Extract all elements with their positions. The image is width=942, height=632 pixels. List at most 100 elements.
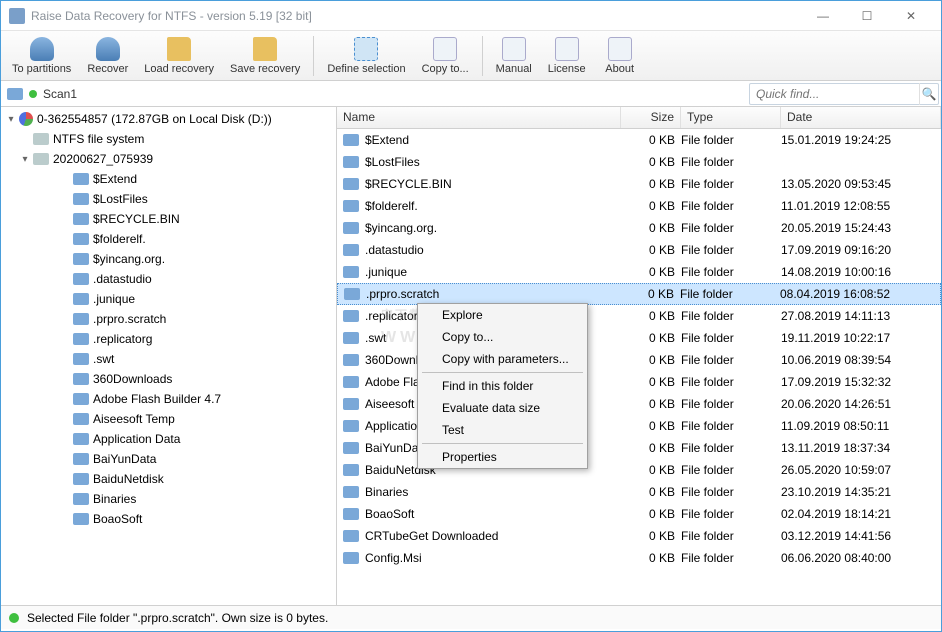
folder-icon xyxy=(73,413,89,425)
file-row[interactable]: $LostFiles0 KBFile folder xyxy=(337,151,941,173)
file-date: 11.01.2019 12:08:55 xyxy=(781,199,941,213)
tree-item[interactable]: BaiduNetdisk xyxy=(1,469,336,489)
menu-item[interactable]: Properties xyxy=(418,446,587,468)
about-icon xyxy=(608,37,632,61)
file-date: 14.08.2019 10:00:16 xyxy=(781,265,941,279)
menu-item[interactable]: Copy to... xyxy=(418,326,587,348)
tree-item[interactable]: 360Downloads xyxy=(1,369,336,389)
toolbar-label: License xyxy=(548,63,586,75)
folder-icon xyxy=(73,273,89,285)
file-row[interactable]: $folderelf.0 KBFile folder11.01.2019 12:… xyxy=(337,195,941,217)
column-name[interactable]: Name xyxy=(337,107,621,128)
tree-item[interactable]: $yincang.org. xyxy=(1,249,336,269)
file-name: Binaries xyxy=(365,485,621,499)
quick-find[interactable]: 🔍 xyxy=(749,83,939,105)
column-type[interactable]: Type xyxy=(681,107,781,128)
file-type: File folder xyxy=(681,441,781,455)
file-row[interactable]: .prpro.scratch0 KBFile folder08.04.2019 … xyxy=(337,283,941,305)
file-type: File folder xyxy=(681,353,781,367)
column-size[interactable]: Size xyxy=(621,107,681,128)
tree-item[interactable]: $LostFiles xyxy=(1,189,336,209)
file-date: 20.06.2020 14:26:51 xyxy=(781,397,941,411)
file-row[interactable]: CRTubeGet Downloaded0 KBFile folder03.12… xyxy=(337,525,941,547)
tree-item[interactable]: .swt xyxy=(1,349,336,369)
file-size: 0 KB xyxy=(621,155,681,169)
file-row[interactable]: $yincang.org.0 KBFile folder20.05.2019 1… xyxy=(337,217,941,239)
file-date: 11.09.2019 08:50:11 xyxy=(781,419,941,433)
tree-item[interactable]: $Extend xyxy=(1,169,336,189)
recover-button[interactable]: Recover xyxy=(80,33,135,79)
file-date: 08.04.2019 16:08:52 xyxy=(780,287,940,301)
folder-icon xyxy=(73,513,89,525)
menu-item[interactable]: Copy with parameters... xyxy=(418,348,587,370)
file-row[interactable]: $Extend0 KBFile folder15.01.2019 19:24:2… xyxy=(337,129,941,151)
tree-item[interactable]: BaiYunData xyxy=(1,449,336,469)
menu-item[interactable]: Explore xyxy=(418,304,587,326)
file-type: File folder xyxy=(681,133,781,147)
tree-item[interactable]: Aiseesoft Temp xyxy=(1,409,336,429)
status-dot-icon xyxy=(29,90,37,98)
search-input[interactable] xyxy=(750,87,919,101)
tree-item[interactable]: .replicatorg xyxy=(1,329,336,349)
file-size: 0 KB xyxy=(621,441,681,455)
tree-item[interactable]: Application Data xyxy=(1,429,336,449)
file-date: 10.06.2019 08:39:54 xyxy=(781,353,941,367)
file-row[interactable]: $RECYCLE.BIN0 KBFile folder13.05.2020 09… xyxy=(337,173,941,195)
tree-label: BaiduNetdisk xyxy=(93,472,164,486)
tree-item[interactable]: BoaoSoft xyxy=(1,509,336,529)
tree-item[interactable]: ▾20200627_075939 xyxy=(1,149,336,169)
file-row[interactable]: Config.Msi0 KBFile folder06.06.2020 08:4… xyxy=(337,547,941,569)
folder-icon xyxy=(343,442,359,454)
file-list[interactable]: $Extend0 KBFile folder15.01.2019 19:24:2… xyxy=(337,129,941,605)
define-selection-icon xyxy=(354,37,378,61)
tree-item[interactable]: Adobe Flash Builder 4.7 xyxy=(1,389,336,409)
manual-button[interactable]: Manual xyxy=(489,33,539,79)
file-row[interactable]: Binaries0 KBFile folder23.10.2019 14:35:… xyxy=(337,481,941,503)
menu-item[interactable]: Find in this folder xyxy=(418,375,587,397)
folder-icon xyxy=(343,222,359,234)
folder-icon xyxy=(73,353,89,365)
load-recovery-button[interactable]: Load recovery xyxy=(137,33,221,79)
tree-item[interactable]: ▾0-362554857 (172.87GB on Local Disk (D:… xyxy=(1,109,336,129)
file-row[interactable]: .junique0 KBFile folder14.08.2019 10:00:… xyxy=(337,261,941,283)
license-button[interactable]: License xyxy=(541,33,593,79)
search-icon[interactable]: 🔍 xyxy=(919,83,938,105)
close-button[interactable]: ✕ xyxy=(889,2,933,30)
tree-pane[interactable]: ▾0-362554857 (172.87GB on Local Disk (D:… xyxy=(1,107,337,605)
copy-to-button[interactable]: Copy to... xyxy=(415,33,476,79)
status-dot-icon xyxy=(9,613,19,623)
folder-icon xyxy=(73,453,89,465)
maximize-button[interactable]: ☐ xyxy=(845,2,889,30)
folder-icon xyxy=(73,173,89,185)
tree-item[interactable]: .datastudio xyxy=(1,269,336,289)
menu-item[interactable]: Evaluate data size xyxy=(418,397,587,419)
file-row[interactable]: .datastudio0 KBFile folder17.09.2019 09:… xyxy=(337,239,941,261)
file-size: 0 KB xyxy=(620,287,680,301)
file-type: File folder xyxy=(681,309,781,323)
toolbar-label: Manual xyxy=(496,63,532,75)
expand-icon[interactable]: ▾ xyxy=(5,113,17,125)
menu-item[interactable]: Test xyxy=(418,419,587,441)
define-selection-button[interactable]: Define selection xyxy=(320,33,412,79)
file-type: File folder xyxy=(681,485,781,499)
save-recovery-button[interactable]: Save recovery xyxy=(223,33,307,79)
to-partitions-button[interactable]: To partitions xyxy=(5,33,78,79)
file-type: File folder xyxy=(681,243,781,257)
breadcrumb[interactable]: Scan1 xyxy=(43,87,77,101)
tree-item[interactable]: $folderelf. xyxy=(1,229,336,249)
column-date[interactable]: Date xyxy=(781,107,941,128)
file-size: 0 KB xyxy=(621,551,681,565)
expand-icon[interactable]: ▾ xyxy=(19,153,31,165)
about-button[interactable]: About xyxy=(595,33,645,79)
file-date: 15.01.2019 19:24:25 xyxy=(781,133,941,147)
file-row[interactable]: BoaoSoft0 KBFile folder02.04.2019 18:14:… xyxy=(337,503,941,525)
tree-item[interactable]: $RECYCLE.BIN xyxy=(1,209,336,229)
tree-item[interactable]: NTFS file system xyxy=(1,129,336,149)
file-size: 0 KB xyxy=(621,199,681,213)
file-name: $RECYCLE.BIN xyxy=(365,177,621,191)
tree-item[interactable]: Binaries xyxy=(1,489,336,509)
minimize-button[interactable]: — xyxy=(801,2,845,30)
tree-item[interactable]: .junique xyxy=(1,289,336,309)
tree-item[interactable]: .prpro.scratch xyxy=(1,309,336,329)
file-size: 0 KB xyxy=(621,221,681,235)
